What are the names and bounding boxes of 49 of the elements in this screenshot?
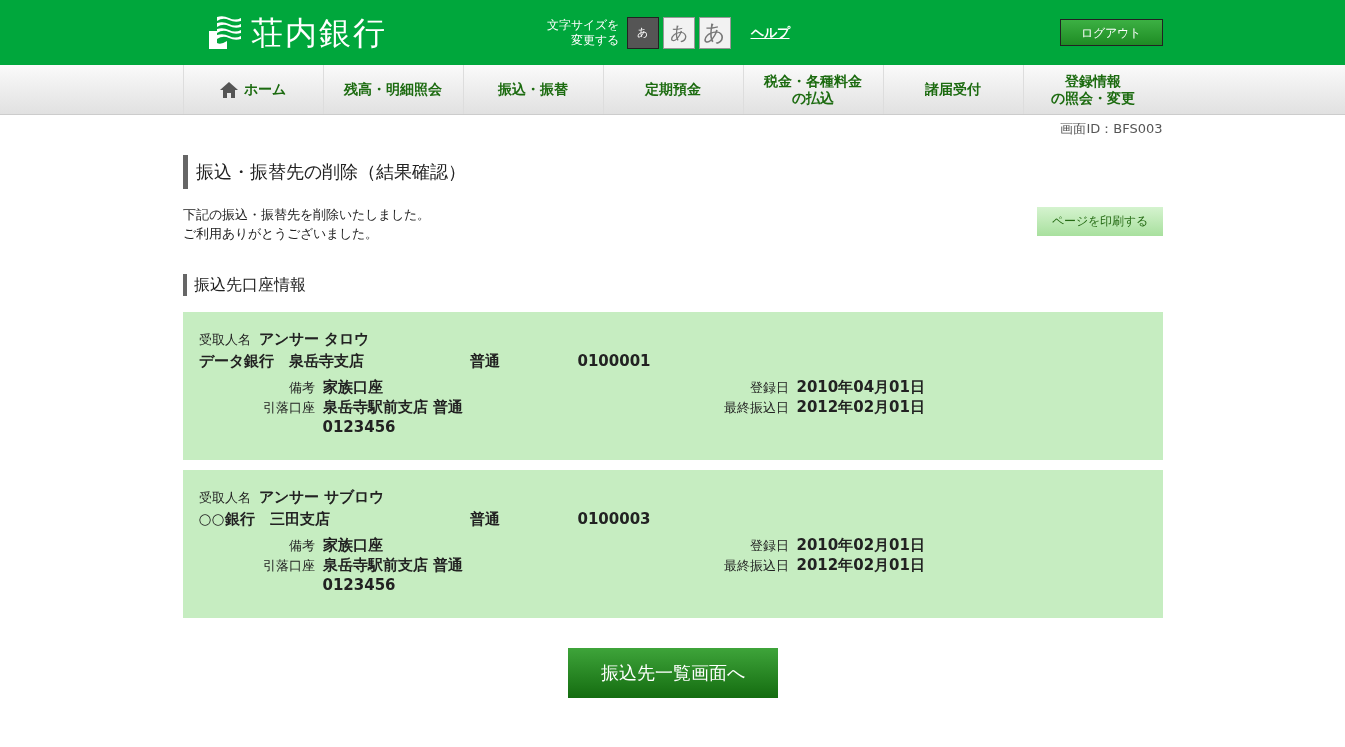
account-type: 普通 — [469, 509, 501, 530]
field-value: 泉岳寺駅前支店 普通 0123456 — [322, 397, 463, 438]
field-label: 登録日 — [748, 536, 789, 555]
bank-logo-text: 荘内銀行 — [250, 16, 387, 49]
field-label: 最終振込日 — [722, 399, 789, 417]
payee-name: アンサー サブロウ — [258, 486, 384, 508]
font-size-button[interactable]: あ — [662, 16, 695, 49]
field-label: 最終振込日 — [722, 557, 789, 575]
field-value: 家族口座 — [322, 376, 383, 397]
nav-tab[interactable]: 登録情報 の照会・変更 — [1022, 65, 1163, 114]
bank-branch: データ銀行 泉岳寺支店 — [198, 351, 365, 372]
field-label: 引落口座 — [261, 557, 315, 575]
nav-tab[interactable]: 残高・明細照会 — [322, 65, 463, 114]
font-size-button[interactable]: あ — [698, 16, 731, 49]
field-label: 備考 — [287, 378, 315, 397]
home-icon — [220, 81, 238, 98]
account-type: 普通 — [469, 351, 501, 372]
field-value: 家族口座 — [322, 534, 383, 555]
field-value: 2010年04月01日 — [796, 376, 925, 397]
nav-tab[interactable]: 振込・振替 — [462, 65, 603, 114]
field-value: 泉岳寺駅前支店 普通 0123456 — [322, 555, 463, 596]
section-title: 振込先口座情報 — [182, 273, 1163, 296]
help-link[interactable]: ヘルプ — [750, 22, 790, 43]
nav-tab[interactable]: ホーム — [182, 65, 323, 114]
logo-icon — [206, 14, 243, 51]
field-value: 2010年02月01日 — [796, 534, 925, 555]
nav-tab[interactable]: 税金・各種料金 の払込 — [742, 65, 883, 114]
font-size-button[interactable]: あ — [626, 16, 659, 49]
account-number: 0100003 — [577, 509, 651, 530]
payee-name: アンサー タロウ — [258, 328, 369, 350]
field-label: 登録日 — [748, 378, 789, 397]
logout-button[interactable]: ログアウト — [1059, 19, 1163, 46]
field-label: 備考 — [287, 536, 315, 555]
field-label: 受取人名 — [198, 488, 251, 507]
nav-tab[interactable]: 諸届受付 — [882, 65, 1023, 114]
field-label: 受取人名 — [198, 330, 251, 349]
bank-branch: ○○銀行 三田支店 — [198, 509, 331, 530]
message-text: 下記の振込・振替先を削除いたしました。 — [182, 205, 430, 224]
field-label: 引落口座 — [261, 399, 315, 417]
back-to-list-button[interactable]: 振込先一覧画面へ — [567, 647, 778, 698]
page-title: 振込・振替先の削除（結果確認） — [182, 154, 1163, 189]
font-size-label: 文字サイズを 変更する — [546, 18, 619, 47]
screen-id: 画面ID：BFS003 — [1060, 121, 1163, 136]
field-value: 2012年02月01日 — [796, 397, 925, 418]
nav-tab[interactable]: 定期預金 — [602, 65, 743, 114]
message-text: ご利用ありがとうございました。 — [182, 225, 379, 243]
print-button[interactable]: ページを印刷する — [1036, 206, 1163, 236]
field-value: 2012年02月01日 — [796, 555, 925, 576]
account-number: 0100001 — [577, 351, 651, 372]
